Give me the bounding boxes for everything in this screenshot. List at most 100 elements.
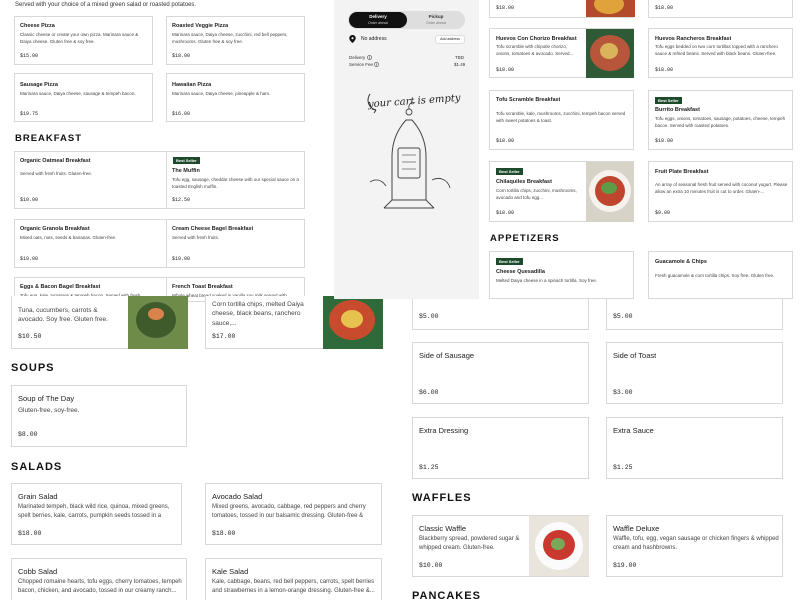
item-title: Cheese Pizza [20,23,55,29]
menu-item-card[interactable]: Cream Cheese Bagel Breakfast Served with… [166,219,305,268]
item-title: Fruit Plate Breakfast [655,169,709,175]
item-price: $18.00 [172,53,191,59]
item-price: $10.00 [20,197,39,203]
menu-item-card[interactable]: Organic Granola Breakfast Mixed oats, nu… [14,219,181,268]
item-desc: Marinara sauce, Daiya cheese, pineapple … [172,91,271,96]
item-price: $17.00 [212,333,236,340]
empty-cart-illustration-icon [367,93,451,209]
item-title: Hawaiian Pizza [172,82,212,88]
item-price: $18.00 [496,210,515,216]
menu-item-card[interactable]: $5.00 [606,296,783,330]
pickup-tab-label: Pickup [428,14,444,19]
info-icon[interactable] [367,55,372,60]
menu-item-card[interactable]: Huevos Rancheros Breakfast Tofu eggs bed… [648,28,793,78]
item-title: The Muffin [172,168,200,174]
item-title: Cobb Salad [18,567,58,576]
delivery-tab-label: Delivery [369,14,387,19]
menu-item-card[interactable]: Extra Dressing $1.25 [412,417,589,479]
info-icon[interactable] [374,62,379,67]
dish-photo [586,29,634,78]
menu-item-card[interactable]: Corn tortilla chips, melted Daiya cheese… [205,296,383,349]
item-price: $18.00 [655,5,674,11]
item-desc: Corn tortilla chips, zucchini, mushrooms… [496,188,577,200]
menu-item-card[interactable]: Side of Toast $3.00 [606,342,783,404]
item-price: $10.50 [18,333,42,340]
section-heading-pancakes: PANCAKES [412,590,481,600]
item-title: Eggs & Bacon Bagel Breakfast [20,284,101,290]
item-desc: Corn tortilla chips, melted Daiya cheese… [212,301,304,327]
menu-item-card[interactable]: Grain Salad Marinated tempeh, black wild… [11,483,182,545]
item-title: Huevos Rancheros Breakfast [655,36,732,42]
menu-item-card[interactable]: Best Seller Burrito Breakfast Tofu eggs,… [648,90,793,150]
pickup-tab[interactable]: Pickup Order ahead [407,12,465,28]
menu-item-card[interactable]: Tofu Scramble Breakfast Tofu scramble, k… [489,90,634,150]
item-title: Kale Salad [212,567,249,576]
item-title: Classic Waffle [419,524,467,533]
item-title: Cheese Quesadilla [496,269,545,275]
menu-item-card[interactable]: Side of Sausage $6.00 [412,342,589,404]
menu-item-card[interactable]: Organic Oatmeal Breakfast Served with fr… [14,151,181,209]
section-heading-soups: SOUPS [11,362,55,374]
delivery-fee-label: Delivery [349,55,366,60]
menu-item-card[interactable]: Huevos Con Chorizo Breakfast Tofu scramb… [489,28,634,78]
item-desc: Tofu scramble with chipotle chorizo, oni… [496,44,574,56]
menu-item-card[interactable]: Fruit Plate Breakfast An array of season… [648,161,793,222]
item-price: $18.00 [18,530,42,537]
dish-photo [586,162,634,222]
item-desc: An array of seasonal fresh fruit served … [655,182,788,194]
dish-photo [529,516,589,576]
item-price: $1.25 [613,464,633,471]
menu-item-card[interactable]: Classic Waffle Blackberry spread, powder… [412,515,589,577]
menu-item-card[interactable]: Guacamole & Chips Fresh guacamole & corn… [648,251,793,299]
menu-item-card[interactable]: Sausage Pizza Marinara sauce, Daiya chee… [14,73,153,122]
menu-item-card[interactable]: Soup of The Day Gluten-free, soy-free. $… [11,385,187,447]
menu-item-card[interactable]: Tuna, cucumbers, carrots & avocado. Soy … [11,296,188,349]
dish-photo [323,296,383,349]
menu-item-card[interactable]: Cobb Salad Chopped romaine hearts, tofu … [11,558,187,600]
menu-item-card[interactable]: Cheese Pizza Classic cheese or create yo… [14,16,153,65]
section-heading-breakfast: BREAKFAST [15,133,83,144]
item-desc: Marinara sauce, Daiya cheese, sausage & … [20,91,136,96]
menu-item-card[interactable]: Best Seller Chilaquiles Breakfast Corn t… [489,161,634,222]
item-title: Chilaquiles Breakfast [496,179,552,185]
item-price: $10.00 [172,256,191,262]
dish-photo [586,0,635,17]
item-desc: Tofu eggs, onions, tomatoes, sausage, po… [655,116,786,128]
item-price: $15.00 [20,53,39,59]
item-price: $5.00 [419,313,439,320]
menu-item-card[interactable]: Hawaiian Pizza Marinara sauce, Daiya che… [166,73,305,122]
best-seller-badge: Best Seller [496,168,523,175]
section-heading-waffles: WAFFLES [412,492,472,504]
item-title: Huevos Con Chorizo Breakfast [496,36,577,42]
add-address-button[interactable]: Add address [435,35,465,44]
item-price: $18.00 [212,530,236,537]
item-title: Side of Toast [613,351,657,360]
item-price: $10.00 [419,562,443,569]
menu-item-card[interactable]: $18.00 [648,0,793,18]
menu-item-card[interactable]: Waffle Deluxe Waffle, tofu, egg, vegan s… [606,515,783,577]
item-title: Tofu Scramble Breakfast [496,97,561,103]
menu-item-card[interactable]: $18.00 [489,0,635,18]
item-price: $18.00 [496,67,515,73]
item-title: Extra Dressing [419,426,469,435]
item-desc: Blackberry spread, powdered sugar & whip… [419,536,520,551]
menu-item-card[interactable]: Roasted Veggie Pizza Marinara sauce, Dai… [166,16,305,65]
menu-item-card[interactable]: Best Seller The Muffin Tofu egg, sausage… [166,151,305,209]
dish-photo [128,296,188,349]
item-desc: Served with fresh fruits. Gluten-free. [20,171,93,176]
item-title: Organic Oatmeal Breakfast [20,158,91,164]
menu-item-card[interactable]: $5.00 [412,296,589,330]
menu-item-card[interactable]: Best Seller Cheese Quesadilla Melted Dai… [489,251,634,299]
order-mode-toggle[interactable]: Delivery Order ahead Pickup Order ahead [348,11,465,29]
menu-item-card[interactable]: Kale Salad Kale, cabbage, beans, red bel… [205,558,382,600]
cart-panel: Delivery Order ahead Pickup Order ahead … [334,0,479,299]
best-seller-badge: Best Seller [173,157,200,164]
item-price: $10.00 [20,256,39,262]
menu-item-card[interactable]: Avocado Salad Mixed greens, avocado, cab… [205,483,382,545]
delivery-tab[interactable]: Delivery Order ahead [349,12,407,28]
item-title: Soup of The Day [18,394,75,403]
item-price: $1.25 [419,464,439,471]
item-price: $8.00 [18,431,38,438]
menu-item-card[interactable]: Extra Sauce $1.25 [606,417,783,479]
item-title: Organic Granola Breakfast [20,226,90,232]
